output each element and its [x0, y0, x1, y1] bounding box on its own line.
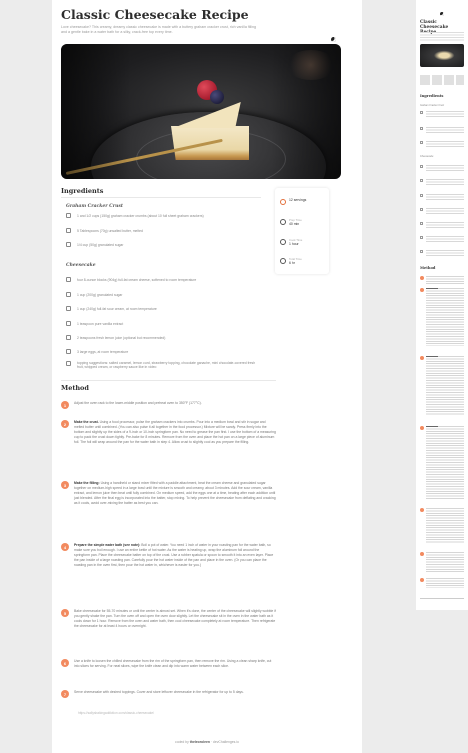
- ingredient-item[interactable]: 1 cup (200g) granulated sugar: [66, 291, 256, 298]
- checkbox[interactable]: [66, 292, 71, 297]
- ingredient-item[interactable]: 2 teaspoons fresh lemon juice (optional …: [66, 334, 256, 341]
- recipe-page: Classic Cheesecake Recipe Love cheesecak…: [52, 0, 362, 753]
- ingredient-item[interactable]: 1/4 cup (50g) granulated sugar: [66, 241, 256, 248]
- checkbox[interactable]: [66, 242, 71, 247]
- filling-heading: Cheesecake: [66, 263, 96, 268]
- ingredient-item[interactable]: 3 large eggs, at room temperature: [66, 348, 256, 355]
- preview-filling-heading: Cheesecake: [420, 155, 434, 158]
- preview-step: [420, 426, 464, 502]
- preview-ingredient: [420, 164, 464, 172]
- ingredient-item[interactable]: 5 Tablespoons (70g) unsalted butter, mel…: [66, 227, 256, 234]
- preview-footer: [420, 598, 464, 599]
- mobile-preview: Classic Cheesecake Recipe Ingredients Gr…: [416, 0, 468, 610]
- servings-meta: 12 servings: [280, 198, 326, 212]
- method-step: 2 Make the crust. Using a food processor…: [61, 420, 276, 445]
- step-number: 3: [61, 481, 69, 489]
- ingredients-heading: Ingredients: [61, 187, 104, 195]
- preview-ingredient: [420, 193, 464, 201]
- recipe-info-card: 12 servings Prep Time 40 min Cook Time 1 h…: [275, 188, 329, 274]
- preview-ingredient: [420, 140, 464, 148]
- preview-meta: [420, 75, 464, 85]
- preview-step: [420, 552, 464, 574]
- servings-icon: [280, 199, 286, 205]
- dark-mode-toggle-icon[interactable]: [331, 37, 336, 42]
- method-step: 1 Adjust the oven rack to the lower-midd…: [61, 401, 276, 409]
- ingredient-item[interactable]: topping suggestions: salted caramel, lem…: [66, 361, 256, 371]
- step-number: 2: [61, 420, 69, 428]
- preview-intro: [420, 32, 464, 42]
- preview-step: [420, 508, 464, 546]
- hero-image: [61, 44, 341, 179]
- preview-hero-image: [420, 44, 464, 67]
- preview-method-heading: Method: [420, 266, 436, 270]
- checkbox[interactable]: [66, 321, 71, 326]
- checkbox[interactable]: [66, 361, 71, 366]
- ingredient-item[interactable]: 1 and 1/2 cups (150g) graham cracker cru…: [66, 212, 256, 219]
- divider: [61, 380, 276, 381]
- preview-ingredient: [420, 126, 464, 134]
- preview-step: [420, 578, 464, 590]
- preview-ingredient: [420, 207, 464, 215]
- method-step: 6 Use a knife to loosen the chilled chee…: [61, 659, 276, 669]
- checkbox[interactable]: [66, 306, 71, 311]
- preview-ingredients-heading: Ingredients: [420, 94, 444, 98]
- method-step: 7 Serve cheesecake with desired toppings…: [61, 690, 276, 698]
- checkbox[interactable]: [66, 277, 71, 282]
- page-title: Classic Cheesecake Recipe: [61, 7, 249, 22]
- clock-icon: [280, 258, 286, 264]
- method-heading: Method: [61, 384, 89, 392]
- ingredient-item[interactable]: 1 teaspoon pure vanilla extract: [66, 320, 256, 327]
- checkbox[interactable]: [66, 335, 71, 340]
- method-step: 5 Bake cheesecake for 55-70 minutes or u…: [61, 609, 276, 629]
- total-time-meta: Total Time 6 hr: [280, 257, 326, 271]
- clock-icon: [280, 219, 286, 225]
- ingredient-item[interactable]: four 8-ounce blocks (904g) full-fat crea…: [66, 276, 256, 283]
- preview-ingredient: [420, 110, 464, 118]
- step-number: 4: [61, 543, 69, 551]
- checkbox[interactable]: [66, 228, 71, 233]
- dark-mode-toggle-icon: [440, 12, 444, 16]
- step-number: 1: [61, 401, 69, 409]
- step-number: 5: [61, 609, 69, 617]
- checkbox[interactable]: [66, 213, 71, 218]
- cook-time-meta: Cook Time 1 hour: [280, 238, 326, 252]
- clock-icon: [280, 239, 286, 245]
- footer-credit: coded by theleoroleen · devChallenges.io: [175, 740, 239, 744]
- author-link[interactable]: theleoroleen: [190, 740, 210, 744]
- preview-ingredient: [420, 249, 464, 257]
- source-link[interactable]: https://sallysbakingaddiction.com/classi…: [78, 711, 154, 715]
- recipe-intro: Love cheesecake? This creamy, dreamy cla…: [61, 25, 257, 34]
- method-step: 4 Prepare the simple water bath (see not…: [61, 543, 276, 568]
- step-number: 7: [61, 690, 69, 698]
- vignette: [61, 44, 341, 179]
- step-number: 6: [61, 659, 69, 667]
- preview-ingredient: [420, 178, 464, 186]
- preview-step: [420, 288, 464, 348]
- ingredient-item[interactable]: 1 cup (240g) full-fat sour cream, at roo…: [66, 305, 256, 312]
- checkbox[interactable]: [66, 349, 71, 354]
- preview-step: [420, 356, 464, 418]
- preview-crust-heading: Graham Cracker Crust: [420, 104, 445, 107]
- crust-heading: Graham Cracker Crust: [66, 204, 124, 209]
- preview-ingredient: [420, 235, 464, 243]
- method-step: 3 Make the filling: Using a handheld or …: [61, 481, 276, 506]
- divider: [61, 197, 261, 198]
- preview-step: [420, 276, 464, 286]
- preview-ingredient: [420, 221, 464, 229]
- prep-time-meta: Prep Time 40 min: [280, 218, 326, 232]
